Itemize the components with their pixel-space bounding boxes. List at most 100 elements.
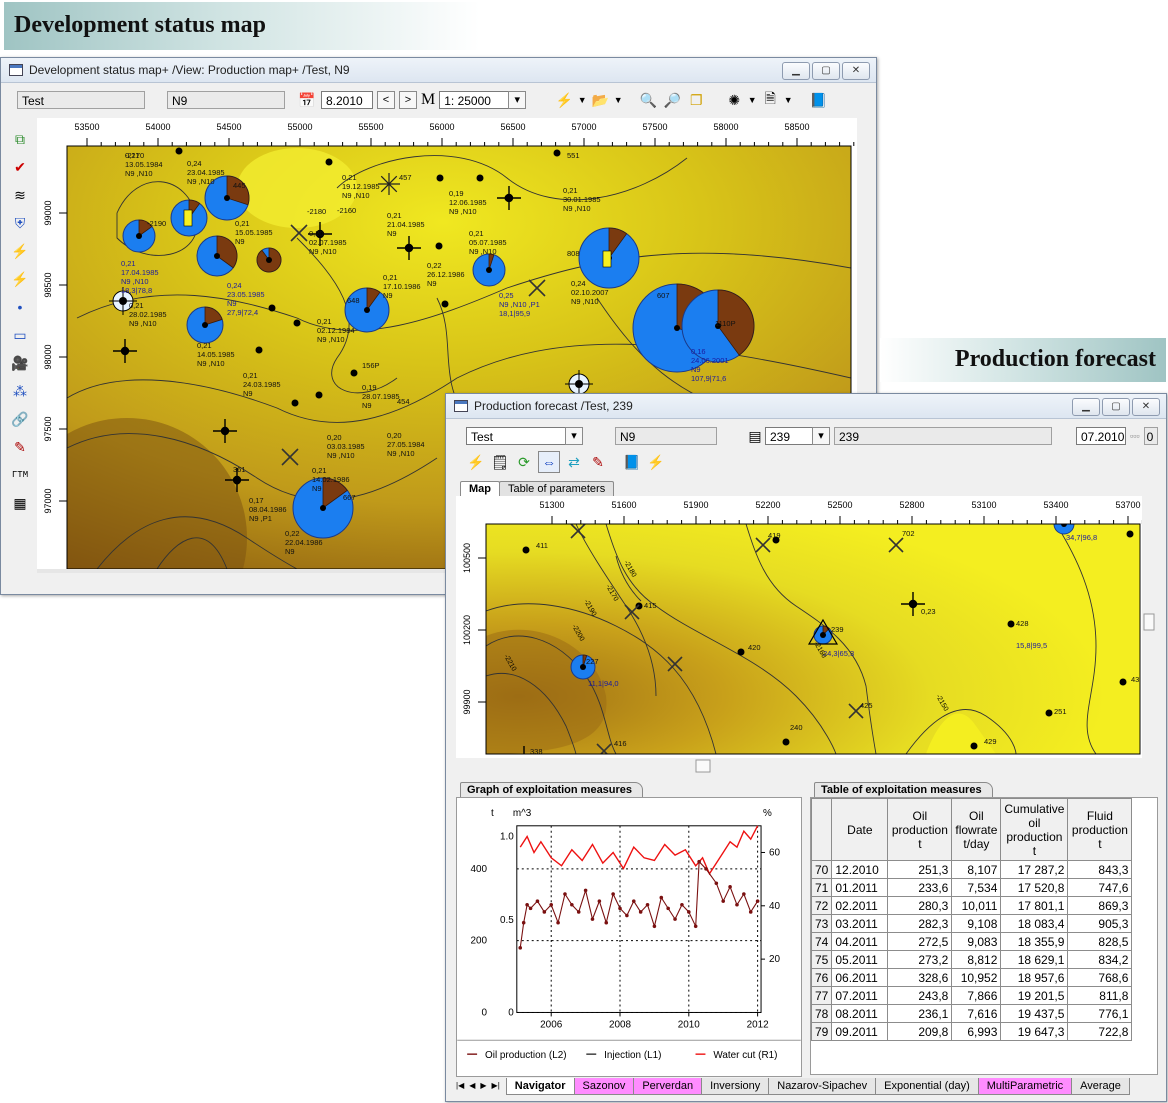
- tab-nazarov-sipachev[interactable]: Nazarov-Sipachev: [768, 1078, 877, 1095]
- method-tabs: |◀ ◀ ▶ ▶| Navigator Sazonov Perverdan Inversion…: [454, 1078, 1130, 1095]
- extra-field[interactable]: 0: [1143, 427, 1158, 445]
- table-panel-title[interactable]: Table of exploitation measures: [814, 782, 993, 798]
- tab-table-of-parameters[interactable]: Table of parameters: [499, 481, 615, 497]
- chevron-down-icon[interactable]: ▼: [784, 90, 793, 110]
- column-header[interactable]: [811, 798, 833, 861]
- find-well-icon[interactable]: 🔎: [662, 90, 682, 110]
- table-row[interactable]: 76 06.2011 328,6 10,952 18 957,6 768,6: [811, 968, 1133, 987]
- table-row[interactable]: 70 12.2010 251,3 8,107 17 287,2 843,3: [811, 860, 1133, 879]
- project-field[interactable]: Test: [17, 91, 145, 109]
- layer-field[interactable]: N9: [615, 427, 717, 445]
- table-row[interactable]: 73 03.2011 282,3 9,108 18 083,4 905,3: [811, 914, 1133, 933]
- tab-multiparametric[interactable]: MultiParametric: [977, 1078, 1073, 1095]
- open-folder-icon[interactable]: 📂: [590, 90, 610, 110]
- minimize-button[interactable]: ▁: [782, 62, 810, 80]
- sync-arrows-icon[interactable]: ⇔: [538, 451, 560, 473]
- link-icon[interactable]: 🔗: [9, 408, 31, 430]
- well-name-field[interactable]: 239: [834, 427, 1052, 445]
- table-row[interactable]: 71 01.2011 233,6 7,534 17 520,8 747,6: [811, 878, 1133, 897]
- wells-icon[interactable]: ⁂: [9, 380, 31, 402]
- minimize-button[interactable]: ▁: [1072, 398, 1100, 416]
- properties-icon[interactable]: 🗒: [490, 452, 510, 472]
- maximize-button[interactable]: ▢: [1102, 398, 1130, 416]
- chevron-down-icon[interactable]: ▼: [748, 90, 757, 110]
- table-cell: 768,6: [1067, 968, 1133, 987]
- tab-average[interactable]: Average: [1071, 1078, 1130, 1095]
- column-header[interactable]: Oil flowrate t/day: [951, 798, 1002, 861]
- column-header[interactable]: Date: [831, 798, 889, 861]
- table-row[interactable]: 74 04.2011 272,5 9,083 18 355,9 828,5: [811, 932, 1133, 951]
- refresh-icon[interactable]: ⟳: [514, 452, 534, 472]
- table-row[interactable]: 75 05.2011 273,2 8,812 18 629,1 834,2: [811, 950, 1133, 969]
- tab-map[interactable]: Map: [460, 481, 500, 497]
- book-icon[interactable]: 📘: [622, 452, 642, 472]
- forecast-map[interactable]: 411 419 702 415 420 239 24,3|65,3 428 15,8|99,5 2…: [456, 496, 1156, 774]
- prev-date-button[interactable]: <: [377, 91, 395, 109]
- tab-nav-button[interactable]: |◀: [454, 1078, 466, 1095]
- layer-field[interactable]: N9: [167, 91, 285, 109]
- camera-icon[interactable]: 🎥: [9, 352, 31, 374]
- tab-navigator[interactable]: Navigator: [505, 1078, 575, 1095]
- next-date-button[interactable]: >: [399, 91, 417, 109]
- chevron-down-icon[interactable]: ▾: [565, 427, 583, 445]
- oil-production-point: [528, 906, 533, 911]
- chevron-down-icon[interactable]: ▼: [614, 90, 623, 110]
- tab-perverdan[interactable]: Perverdan: [633, 1078, 703, 1095]
- table-cell: 273,2: [887, 950, 953, 969]
- tab-sazonov[interactable]: Sazonov: [573, 1078, 635, 1095]
- check-icon[interactable]: ✔: [9, 156, 31, 178]
- chevron-down-icon[interactable]: ▾: [812, 427, 830, 445]
- lightning-link-icon[interactable]: ⚡: [9, 268, 31, 290]
- well-select[interactable]: 239: [765, 427, 813, 445]
- lightning-icon[interactable]: ⚡: [554, 90, 574, 110]
- grid-lightning-icon[interactable]: ⚡: [9, 240, 31, 262]
- project-select[interactable]: Test: [466, 427, 566, 445]
- maximize-button[interactable]: ▢: [812, 62, 840, 80]
- table-cell: 243,8: [887, 986, 953, 1005]
- table-icon[interactable]: ▦: [9, 492, 31, 514]
- zoom-icon[interactable]: 🔍: [638, 90, 658, 110]
- table-row[interactable]: 79 09.2011 209,8 6,993 19 647,3 722,8: [811, 1022, 1133, 1041]
- date-field[interactable]: 8.2010: [321, 91, 373, 109]
- date-spinner-icon[interactable]: ▫▫▫: [1130, 431, 1140, 441]
- map-window-titlebar[interactable]: Development status map+ /View: Productio…: [1, 58, 876, 83]
- lightning-icon[interactable]: ⚡: [466, 452, 486, 472]
- gtm-icon[interactable]: ГТМ: [9, 464, 31, 486]
- close-button[interactable]: ✕: [842, 62, 870, 80]
- export-icon[interactable]: 🗎: [760, 90, 780, 110]
- scale-dropdown-icon[interactable]: ▾: [508, 91, 527, 109]
- point-icon[interactable]: •: [9, 296, 31, 318]
- table-row[interactable]: 72 02.2011 280,3 10,011 17 801,1 869,3: [811, 896, 1133, 915]
- column-header[interactable]: Oil production t: [887, 798, 953, 861]
- column-header[interactable]: Fluid production t: [1067, 798, 1133, 861]
- forecast-date-field[interactable]: 07.2010: [1076, 427, 1126, 445]
- select-layers-icon[interactable]: ⧉: [9, 128, 31, 150]
- table-row[interactable]: 78 08.2011 236,1 7,616 19 437,5 776,1: [811, 1004, 1133, 1023]
- y-tick-label: 98000: [43, 344, 53, 369]
- calendar-icon[interactable]: 📅: [297, 90, 317, 110]
- signal-icon[interactable]: ≋: [9, 184, 31, 206]
- table-row[interactable]: 77 07.2011 243,8 7,866 19 201,5 811,8: [811, 986, 1133, 1005]
- tab-exponential-day[interactable]: Exponential (day): [875, 1078, 979, 1095]
- graph-panel-title[interactable]: Graph of exploitation measures: [460, 782, 644, 798]
- well-tool-icon[interactable]: ⛨: [9, 212, 31, 234]
- book-icon[interactable]: 📘: [808, 90, 828, 110]
- measure-icon[interactable]: ✎: [9, 436, 31, 458]
- frame-icon[interactable]: ▭: [9, 324, 31, 346]
- tab-nav-button[interactable]: ▶|: [490, 1078, 502, 1095]
- measure-icon[interactable]: ✎: [588, 452, 608, 472]
- well-label: 411: [536, 541, 548, 550]
- transfer-icon[interactable]: ⇄: [564, 452, 584, 472]
- tab-inversiony[interactable]: Inversiony: [701, 1078, 770, 1095]
- scale-select[interactable]: 1: 25000: [439, 91, 510, 109]
- tab-nav-button[interactable]: ▶: [478, 1078, 488, 1095]
- chevron-down-icon[interactable]: ▼: [578, 90, 587, 110]
- close-button[interactable]: ✕: [1132, 398, 1160, 416]
- column-header[interactable]: Cumulative oil production t: [1000, 798, 1069, 861]
- forecast-window-titlebar[interactable]: Production forecast /Test, 239 ▁ ▢ ✕: [446, 394, 1166, 419]
- layers-icon[interactable]: ❐: [686, 90, 706, 110]
- tab-nav-button[interactable]: ◀: [467, 1078, 477, 1095]
- settings-icon[interactable]: ✺: [724, 90, 744, 110]
- x-tick-label: 2010: [678, 1019, 701, 1030]
- table-cell: 7,534: [951, 878, 1002, 897]
